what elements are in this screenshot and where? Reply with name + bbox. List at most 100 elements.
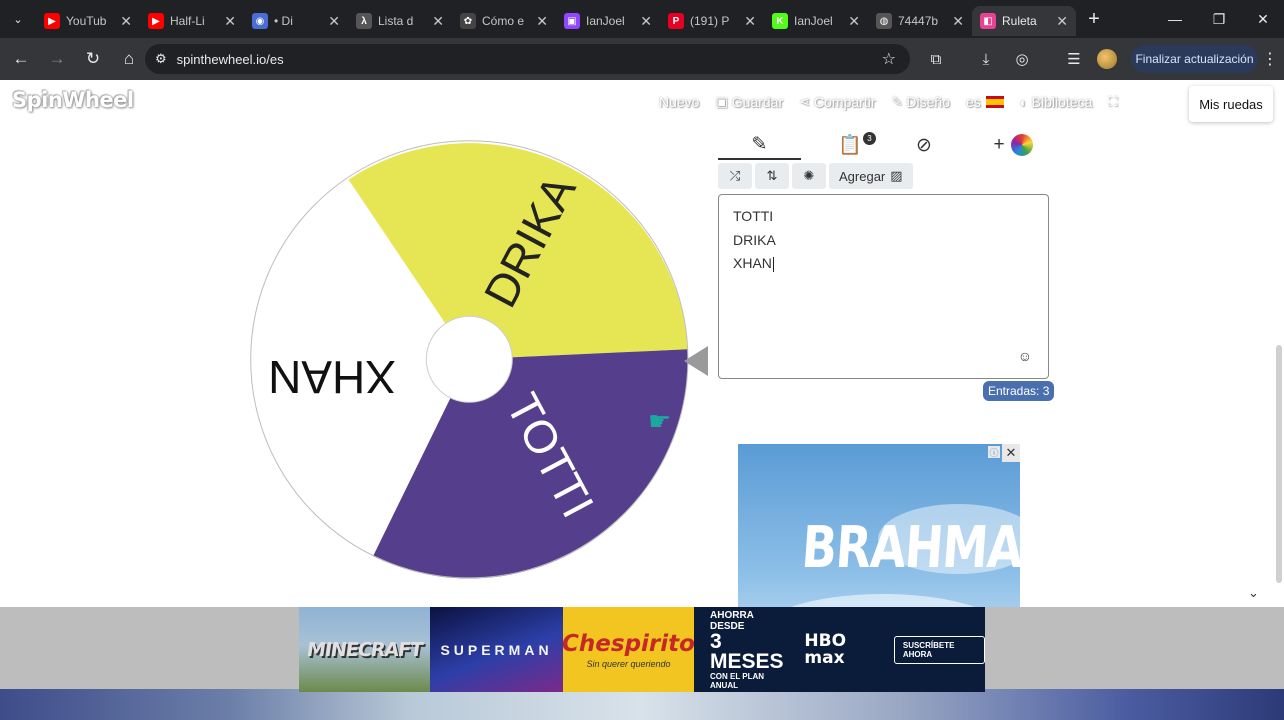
menu-nuevo[interactable]: Nuevo — [659, 94, 699, 110]
browser-tab[interactable]: ▶ YouTub ✕ — [36, 6, 140, 36]
tab-edit[interactable]: ✎ — [718, 130, 801, 160]
spin-wheel[interactable]: DRIKA TOTTI XHAN — [240, 130, 700, 590]
ad-close-icon[interactable]: ✕ — [1002, 444, 1020, 462]
browser-menu-icon[interactable]: ⋮ — [1262, 45, 1278, 73]
library-icon: ◐ — [1019, 94, 1028, 110]
tab-close-icon[interactable]: ✕ — [328, 13, 340, 30]
bookmark-star-icon[interactable]: ☆ — [882, 49, 896, 69]
my-wheels-button[interactable]: Mis ruedas — [1189, 86, 1273, 122]
hbo-line1: AHORRA DESDE — [710, 609, 754, 632]
shuffle-icon: ⤮ — [729, 168, 741, 183]
tab-favicon-icon: ▶ — [148, 13, 164, 29]
site-logo[interactable]: SpinWheel — [12, 88, 134, 112]
clipboard-list-icon: 📋 — [838, 135, 862, 156]
entries-textarea[interactable]: TOTTI DRIKA XHAN ☺ — [718, 194, 1049, 379]
browser-tab[interactable]: ▣ IanJoel ✕ — [556, 6, 660, 36]
tab-close-icon[interactable]: ✕ — [120, 13, 132, 30]
menu-nuevo-label: Nuevo — [659, 94, 700, 110]
extensions-icon[interactable]: ⧉ — [921, 42, 951, 76]
fullscreen-icon[interactable]: ⛶ — [1108, 94, 1121, 110]
save-icon: ▣ — [715, 94, 728, 109]
ad-hbo-panel[interactable]: AHORRA DESDE 3 MESES CON EL PLAN ANUAL H… — [694, 607, 985, 692]
shuffle-button[interactable]: ⤮ — [718, 163, 752, 189]
add-image-button[interactable]: Agregar ▨ — [829, 163, 913, 189]
ad-info-icon[interactable]: ⓘ — [988, 446, 1000, 458]
tab-favicon-icon: ◉ — [252, 13, 268, 29]
menu-guardar[interactable]: ▣ Guardar — [715, 94, 783, 110]
tab-favicon-icon: λ — [356, 13, 372, 29]
tab-label: 74447b — [898, 14, 939, 28]
tab-close-icon[interactable]: ✕ — [1056, 13, 1068, 30]
tab-favicon-icon: ▶ — [44, 13, 60, 29]
browser-tab[interactable]: ◉ • Di ✕ — [244, 6, 348, 36]
tab-close-icon[interactable]: ✕ — [640, 13, 652, 30]
media-controls-icon[interactable]: ☰ — [1059, 42, 1089, 76]
hand-cursor-icon: ☛ — [648, 406, 672, 436]
tab-label: IanJoel — [794, 14, 833, 28]
menu-compartir[interactable]: ⋖ Compartir — [799, 94, 875, 110]
browser-tab[interactable]: ◧ Ruleta ✕ — [972, 6, 1076, 36]
eye-slash-icon: ⊘ — [916, 134, 932, 156]
entry-line: TOTTI — [733, 208, 774, 224]
home-icon[interactable]: ⌂ — [112, 42, 146, 76]
superman-title: SUPERMAN — [440, 641, 553, 658]
tab-close-icon[interactable]: ✕ — [744, 13, 756, 30]
tab-add-color[interactable]: + — [983, 130, 1043, 160]
wheel-pointer-icon — [684, 346, 708, 376]
brahma-logo: BRAHMA — [799, 513, 1020, 581]
browser-tab[interactable]: ▶ Half-Li ✕ — [140, 6, 244, 36]
wheel-label-xhan: XHAN — [268, 351, 396, 403]
page-scrollbar[interactable] — [1276, 345, 1282, 583]
tab-close-icon[interactable]: ✕ — [952, 13, 964, 30]
chevron-down-icon[interactable]: ⌄ — [1248, 585, 1259, 601]
tab-favicon-icon: K — [772, 13, 788, 29]
ad-chespirito-panel[interactable]: Chespirito Sin querer queriendo — [563, 607, 694, 692]
ai-button[interactable]: ✺ — [792, 163, 826, 189]
tab-hidden[interactable]: ⊘ — [906, 130, 942, 160]
incognito-icon[interactable]: ◎ — [1007, 42, 1037, 76]
site-info-icon[interactable]: ⚙ — [155, 51, 167, 67]
emoji-picker-icon[interactable]: ☺ — [1018, 348, 1032, 364]
browser-tab[interactable]: ◍ 74447b ✕ — [868, 6, 972, 36]
entries-count-badge: Entradas: 3 — [983, 381, 1055, 401]
hbo-subscribe-button[interactable]: SUSCRÍBETE AHORA — [893, 635, 985, 664]
browser-tab[interactable]: P (191) P ✕ — [660, 6, 764, 36]
url-text: spinthewheel.io/es — [176, 51, 284, 67]
tab-favicon-icon: ◍ — [876, 13, 892, 29]
new-tab-icon[interactable]: + — [1076, 8, 1112, 31]
sort-button[interactable]: ⇅ — [755, 163, 789, 189]
menu-diseno[interactable]: ✎ Diseño — [892, 94, 951, 110]
wheel-center[interactable] — [425, 315, 513, 403]
menu-biblioteca[interactable]: ◐ Biblioteca — [1020, 94, 1093, 110]
reload-icon[interactable]: ↻ — [76, 42, 110, 76]
close-window-icon[interactable]: ✕ — [1242, 0, 1284, 38]
tab-close-icon[interactable]: ✕ — [536, 13, 548, 30]
restore-icon[interactable]: ❐ — [1198, 0, 1240, 38]
browser-tab[interactable]: ✿ Cómo e ✕ — [452, 6, 556, 36]
browser-tab[interactable]: λ Lista d ✕ — [348, 6, 452, 36]
tab-results[interactable]: 📋 3 — [828, 130, 876, 160]
download-icon[interactable]: ⤓ — [971, 42, 1001, 76]
url-input[interactable]: ⚙ spinthewheel.io/es ☆ — [145, 44, 910, 74]
update-button[interactable]: Finalizar actualización — [1131, 45, 1258, 73]
back-icon[interactable]: ← — [4, 42, 38, 76]
tabs-container: ▶ YouTub ✕ ▶ Half-Li ✕ ◉ • Di ✕ λ Lista d ✕ ✿ Cómo e ✕… — [36, 2, 1076, 36]
tab-close-icon[interactable]: ✕ — [432, 13, 444, 30]
profile-avatar[interactable] — [1097, 49, 1117, 69]
tab-search-icon[interactable]: ⌄ — [0, 0, 36, 38]
menu-guardar-label: Guardar — [731, 94, 784, 110]
ad-superman-panel[interactable]: SUPERMAN — [430, 607, 563, 692]
spain-flag-icon — [985, 96, 1004, 108]
ad-minecraft-panel[interactable]: MINECRAFT — [299, 607, 430, 692]
tab-favicon-icon: P — [668, 13, 684, 29]
bottom-ad-banner[interactable]: MINECRAFT SUPERMAN Chespirito Sin querer… — [299, 607, 985, 692]
address-bar: ← → ↻ ⌂ ⚙ spinthewheel.io/es ☆ — [0, 38, 1284, 80]
tab-close-icon[interactable]: ✕ — [224, 13, 236, 30]
top-menu: Nuevo ▣ Guardar ⋖ Compartir ✎ Diseño es ◐ Bi… — [659, 94, 1137, 110]
browser-tab[interactable]: K IanJoel ✕ — [764, 6, 868, 36]
menu-language[interactable]: es — [966, 94, 1004, 110]
minimize-icon[interactable]: — — [1154, 0, 1196, 38]
tab-close-icon[interactable]: ✕ — [848, 13, 860, 30]
tab-label: • Di — [274, 14, 293, 28]
forward-icon[interactable]: → — [40, 42, 74, 76]
